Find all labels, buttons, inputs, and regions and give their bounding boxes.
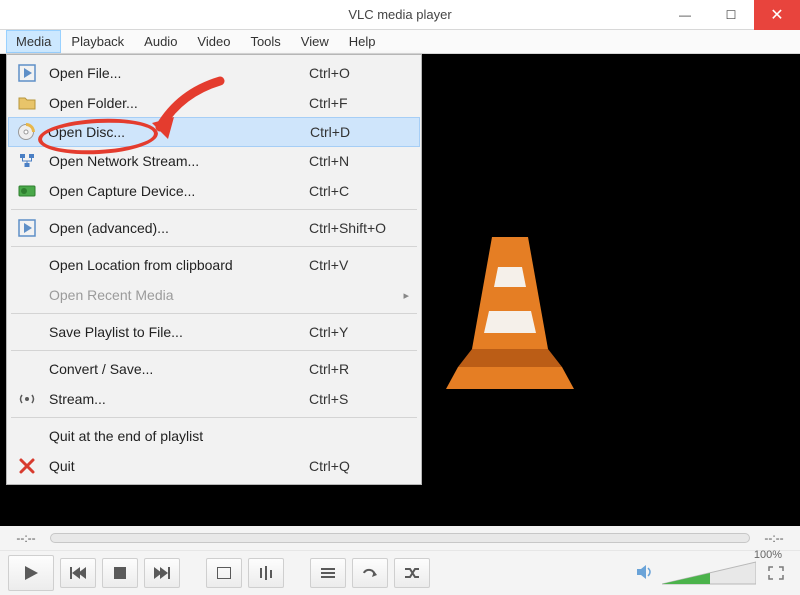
seekbar-row: --:-- --:-- xyxy=(0,526,800,550)
menu-audio[interactable]: Audio xyxy=(134,30,187,53)
time-elapsed: --:-- xyxy=(10,531,42,545)
folder-icon xyxy=(13,92,41,114)
submenu-arrow-icon: ▸ xyxy=(403,289,409,302)
prev-icon xyxy=(70,567,86,579)
volume-area xyxy=(636,559,790,587)
media-menu-dropdown: Open File...Ctrl+OOpen Folder...Ctrl+FOp… xyxy=(6,54,422,485)
menu-item[interactable]: Save Playlist to File...Ctrl+Y xyxy=(9,317,419,347)
menu-item[interactable]: Stream...Ctrl+S xyxy=(9,384,419,414)
blank-icon xyxy=(13,254,41,276)
next-icon xyxy=(154,567,170,579)
menu-item-shortcut: Ctrl+D xyxy=(302,124,412,140)
menu-item[interactable]: Quit at the end of playlist xyxy=(9,421,419,451)
stop-icon xyxy=(114,567,126,579)
titlebar: VLC media player xyxy=(0,0,800,30)
quit-icon xyxy=(13,455,41,477)
menu-item[interactable]: Open File...Ctrl+O xyxy=(9,58,419,88)
menu-separator xyxy=(11,313,417,314)
menu-item[interactable]: Open Capture Device...Ctrl+C xyxy=(9,176,419,206)
menu-item: Open Recent Media ▸ xyxy=(9,280,419,310)
maximize-button[interactable] xyxy=(708,0,754,30)
menu-item[interactable]: Open Network Stream...Ctrl+N xyxy=(9,146,419,176)
playlist-button[interactable] xyxy=(310,558,346,588)
menu-item-shortcut: Ctrl+Y xyxy=(301,324,411,340)
menu-item-label: Quit at the end of playlist xyxy=(49,428,301,444)
menu-view[interactable]: View xyxy=(291,30,339,53)
menubar: Media Playback Audio Video Tools View He… xyxy=(0,30,800,54)
minimize-button[interactable] xyxy=(662,0,708,30)
menu-item-shortcut: Ctrl+Shift+O xyxy=(301,220,411,236)
stream-icon xyxy=(13,388,41,410)
play-icon xyxy=(23,565,39,581)
vlc-cone-icon xyxy=(440,229,580,399)
menu-item-label: Open (advanced)... xyxy=(49,220,301,236)
menu-item-shortcut: Ctrl+Q xyxy=(301,458,411,474)
menu-separator xyxy=(11,209,417,210)
menu-separator xyxy=(11,350,417,351)
menu-item[interactable]: Convert / Save...Ctrl+R xyxy=(9,354,419,384)
menu-item-label: Open Network Stream... xyxy=(49,153,301,169)
menu-item[interactable]: Open Folder...Ctrl+F xyxy=(9,88,419,118)
playlist-icon xyxy=(321,567,335,579)
close-button[interactable] xyxy=(754,0,800,30)
menu-item-shortcut: Ctrl+O xyxy=(301,65,411,81)
play-button[interactable] xyxy=(8,555,54,591)
fullscreen-button[interactable] xyxy=(206,558,242,588)
menu-item-label: Open Location from clipboard xyxy=(49,257,301,273)
menu-item-label: Convert / Save... xyxy=(49,361,301,377)
equalizer-icon xyxy=(259,566,273,580)
menu-tools[interactable]: Tools xyxy=(240,30,290,53)
menu-item-shortcut: Ctrl+C xyxy=(301,183,411,199)
next-button[interactable] xyxy=(144,558,180,588)
play-file-icon xyxy=(13,217,41,239)
volume-slider[interactable] xyxy=(662,560,756,586)
window-buttons xyxy=(662,0,800,30)
menu-media[interactable]: Media xyxy=(6,30,61,53)
disc-icon xyxy=(12,121,40,143)
fullscreen-icon xyxy=(217,567,231,579)
volume-percent: 100% xyxy=(754,549,782,561)
menu-item-shortcut: Ctrl+V xyxy=(301,257,411,273)
prev-button[interactable] xyxy=(60,558,96,588)
menu-item[interactable]: Open Location from clipboardCtrl+V xyxy=(9,250,419,280)
shuffle-icon xyxy=(404,567,420,579)
menu-item-label: Quit xyxy=(49,458,301,474)
menu-item[interactable]: Open Disc...Ctrl+D xyxy=(8,117,420,147)
menu-help[interactable]: Help xyxy=(339,30,386,53)
menu-item-shortcut: Ctrl+F xyxy=(301,95,411,111)
loop-icon xyxy=(362,567,378,579)
menu-item-shortcut: Ctrl+R xyxy=(301,361,411,377)
seekbar[interactable] xyxy=(50,533,750,543)
menu-item-label: Open Recent Media xyxy=(49,287,301,303)
menu-item-label: Open Capture Device... xyxy=(49,183,301,199)
menu-item[interactable]: Open (advanced)...Ctrl+Shift+O xyxy=(9,213,419,243)
menu-item-shortcut: Ctrl+S xyxy=(301,391,411,407)
stop-button[interactable] xyxy=(102,558,138,588)
menu-item-label: Open Folder... xyxy=(49,95,301,111)
controls-bar: 100% xyxy=(0,550,800,595)
menu-item-label: Open Disc... xyxy=(48,124,302,140)
shuffle-button[interactable] xyxy=(394,558,430,588)
blank-icon xyxy=(13,284,41,306)
menu-item-label: Stream... xyxy=(49,391,301,407)
menu-item-label: Save Playlist to File... xyxy=(49,324,301,340)
menu-item-shortcut: Ctrl+N xyxy=(301,153,411,169)
blank-icon xyxy=(13,321,41,343)
menu-separator xyxy=(11,246,417,247)
blank-icon xyxy=(13,358,41,380)
blank-icon xyxy=(13,425,41,447)
menu-video[interactable]: Video xyxy=(187,30,240,53)
menu-item[interactable]: QuitCtrl+Q xyxy=(9,451,419,481)
menu-separator xyxy=(11,417,417,418)
fullscreen-toggle-icon[interactable] xyxy=(762,559,790,587)
menu-playback[interactable]: Playback xyxy=(61,30,134,53)
play-file-icon xyxy=(13,62,41,84)
network-icon xyxy=(13,150,41,172)
capture-icon xyxy=(13,180,41,202)
speaker-icon[interactable] xyxy=(636,564,656,583)
loop-button[interactable] xyxy=(352,558,388,588)
ext-settings-button[interactable] xyxy=(248,558,284,588)
menu-item-label: Open File... xyxy=(49,65,301,81)
time-remaining: --:-- xyxy=(758,531,790,545)
